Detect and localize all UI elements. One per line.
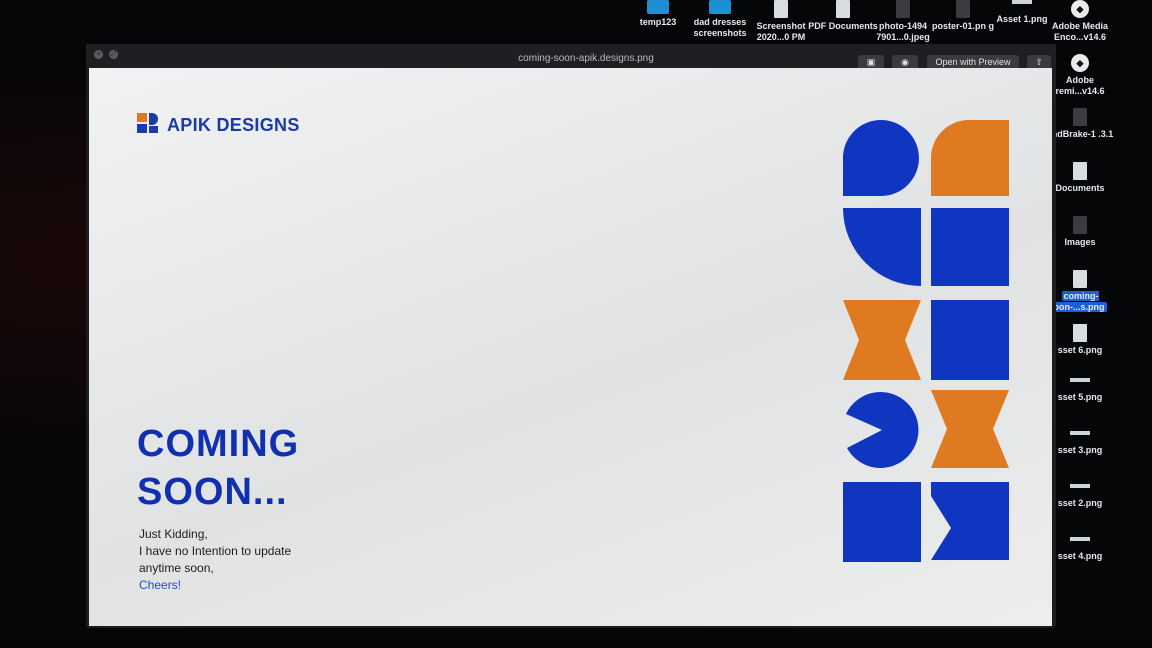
asset-file-icon — [1012, 0, 1032, 4]
asset-file-icon — [1070, 537, 1090, 541]
folder-icon — [1073, 216, 1087, 234]
desktop-icon-label: Adobe Media Enco...v14.6 — [1051, 21, 1108, 42]
window-titlebar[interactable]: × ⤢ coming-soon-apik.designs.png ▣ ◉ Ope… — [86, 44, 1056, 70]
desktop-icon-label: photo-1494 7901...0.jpeg — [876, 21, 930, 42]
subtext-line-2: I have no Intention to update — [139, 544, 292, 558]
document-icon — [836, 0, 850, 18]
logo-mark-icon — [137, 113, 158, 133]
asset-file-icon — [1070, 431, 1090, 435]
headline: COMING SOON... — [137, 420, 299, 516]
asset-file-icon — [1070, 378, 1090, 382]
subtext-line-3-text: anytime soon, — [139, 561, 214, 575]
headline-line-1: COMING — [137, 423, 300, 465]
folder-icon — [709, 0, 731, 14]
asset-file-icon — [1073, 324, 1087, 342]
poster-file-icon — [956, 0, 970, 18]
desktop-icon-adobe-media-encoder[interactable]: ◆ Adobe Media Enco...v14.6 — [1043, 0, 1117, 43]
shape-blue-notched-square — [931, 482, 1009, 560]
shape-blue-square-2 — [931, 300, 1009, 380]
headline-line-2: SOON... — [137, 471, 288, 513]
shape-blue-square-1 — [931, 208, 1009, 286]
image-preview: APIK DESIGNS COMING SOON... Just Kidding… — [89, 68, 1052, 626]
geometric-artwork — [843, 120, 1009, 562]
desktop-icon-label: temp123 — [639, 17, 677, 27]
shape-blue-teardrop — [843, 120, 919, 196]
desktop-icon-label: andBrake-1 .3.1 — [1046, 129, 1114, 139]
shape-blue-square-3 — [843, 482, 921, 562]
desktop-icon-label: coming- oon-...s.png — [1053, 291, 1107, 312]
share-icon: ⇧ — [1035, 57, 1043, 67]
disk-image-icon — [1073, 108, 1087, 126]
document-icon — [1073, 162, 1087, 180]
shape-blue-pacman — [846, 392, 919, 469]
desktop-icon-label: Screenshot 2020...0 PM — [756, 21, 806, 42]
markup-icon: ◉ — [901, 57, 909, 67]
shape-orange-bowtie-1 — [843, 300, 921, 380]
shape-orange-arch — [931, 120, 1009, 196]
lock-icon: ▣ — [866, 57, 876, 67]
cheers-link: Cheers! — [139, 578, 182, 592]
png-file-icon — [1073, 270, 1087, 288]
desktop-icon-label: sset 6.png — [1057, 345, 1103, 355]
shape-orange-bowtie-2 — [931, 390, 1009, 468]
desktop-icon-label: Adobe remi...v14.6 — [1055, 75, 1105, 96]
subtext-line-1: Just Kidding, — [139, 527, 208, 541]
subtext: Just Kidding, I have no Intention to upd… — [139, 526, 291, 594]
image-file-icon — [774, 0, 788, 18]
desktop-icon-label: Images — [1064, 237, 1096, 247]
shape-blue-quarter — [843, 208, 921, 286]
photo-file-icon — [896, 0, 910, 18]
desktop-icon-label: Documents — [1055, 183, 1105, 193]
subtext-line-3: anytime soon, Cheers! — [139, 560, 291, 594]
adobe-media-encoder-icon: ◆ — [1071, 0, 1089, 18]
asset-file-icon — [1070, 484, 1090, 488]
desktop-icon-label: dad dresses screenshots — [693, 17, 747, 38]
quicklook-window: × ⤢ coming-soon-apik.designs.png ▣ ◉ Ope… — [86, 44, 1056, 628]
brand-name: APIK DESIGNS — [167, 115, 300, 135]
folder-icon — [647, 0, 669, 14]
